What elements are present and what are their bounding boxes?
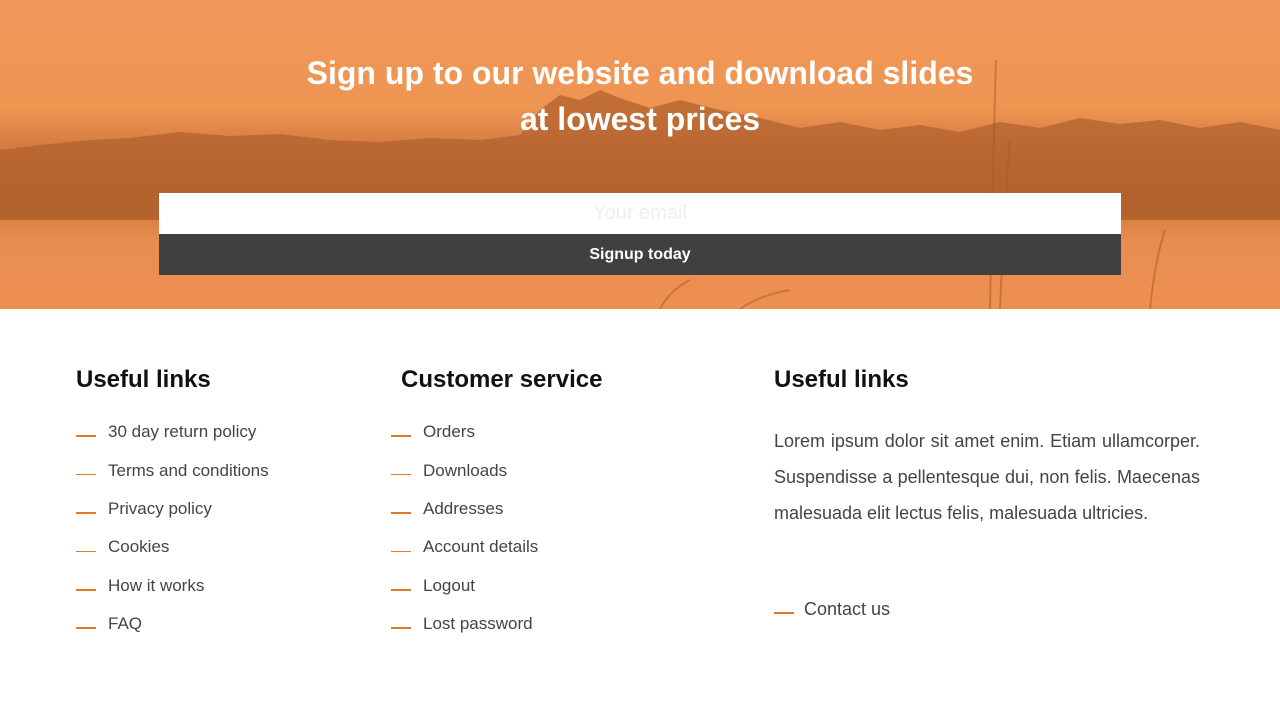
useful-links-list: 30 day return policy Terms and condition…: [76, 413, 269, 643]
link-lost-password[interactable]: Lost password: [423, 614, 533, 634]
dash-icon: [391, 473, 411, 476]
column-heading: Customer service: [401, 366, 603, 393]
dash-icon: [76, 512, 96, 514]
dash-icon: [76, 589, 96, 591]
dash-icon: [391, 627, 411, 629]
list-item: Terms and conditions: [76, 451, 269, 489]
list-item: Downloads: [391, 451, 538, 489]
link-cookies[interactable]: Cookies: [108, 537, 169, 557]
dash-icon: [391, 589, 411, 591]
link-addresses[interactable]: Addresses: [423, 499, 503, 519]
list-item: Contact us: [774, 590, 890, 628]
contact-list: Contact us: [774, 590, 890, 628]
signup-button[interactable]: Signup today: [159, 234, 1121, 275]
list-item: Orders: [391, 413, 538, 451]
link-privacy[interactable]: Privacy policy: [108, 499, 212, 519]
dash-icon: [76, 473, 96, 476]
list-item: Cookies: [76, 528, 269, 566]
signup-hero: Sign up to our website and download slid…: [0, 0, 1280, 309]
useful-links-column: Useful links: [76, 364, 211, 396]
hero-headline-line2: at lowest prices: [519, 101, 761, 137]
list-item: 30 day return policy: [76, 413, 269, 451]
link-faq[interactable]: FAQ: [108, 614, 142, 634]
customer-service-column: Customer service: [401, 364, 602, 396]
link-contact-us[interactable]: Contact us: [804, 599, 890, 620]
about-column: Useful links: [774, 364, 909, 396]
link-downloads[interactable]: Downloads: [423, 461, 507, 481]
hero-headline: Sign up to our website and download slid…: [0, 50, 1280, 142]
list-item: Addresses: [391, 490, 538, 528]
link-return-policy[interactable]: 30 day return policy: [108, 422, 256, 442]
dash-icon: [391, 435, 411, 437]
hero-headline-line1: Sign up to our website and download slid…: [306, 55, 974, 91]
dash-icon: [76, 627, 96, 629]
list-item: How it works: [76, 567, 269, 605]
list-item: FAQ: [76, 605, 269, 643]
dash-icon: [76, 435, 96, 437]
about-text: Lorem ipsum dolor sit amet enim. Etiam u…: [774, 431, 1200, 523]
link-orders[interactable]: Orders: [423, 422, 475, 442]
list-item: Privacy policy: [76, 490, 269, 528]
column-heading: Useful links: [76, 366, 211, 393]
email-input[interactable]: [159, 193, 1121, 234]
link-account-details[interactable]: Account details: [423, 537, 538, 557]
list-item: Account details: [391, 528, 538, 566]
dash-icon: [76, 550, 96, 553]
link-terms[interactable]: Terms and conditions: [108, 461, 269, 481]
list-item: Logout: [391, 567, 538, 605]
dash-icon: [391, 550, 411, 553]
column-heading: Useful links: [774, 366, 909, 393]
dash-icon: [774, 612, 794, 614]
customer-service-list: Orders Downloads Addresses Account detai…: [391, 413, 538, 643]
link-how-it-works[interactable]: How it works: [108, 576, 204, 596]
list-item: Lost password: [391, 605, 538, 643]
dash-icon: [391, 512, 411, 514]
link-logout[interactable]: Logout: [423, 576, 475, 596]
